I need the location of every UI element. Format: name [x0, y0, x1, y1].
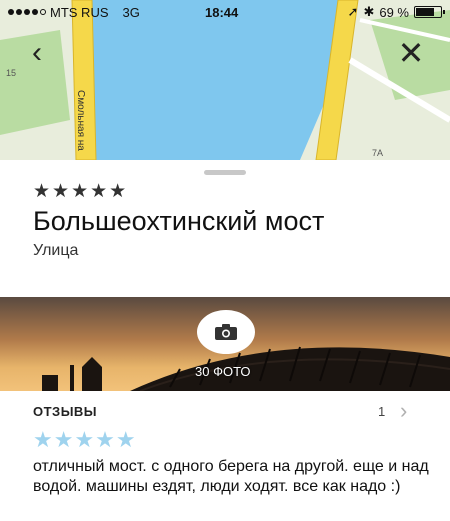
map-graphic: Смольная на 15 7А	[0, 0, 450, 160]
close-icon: ✕	[397, 35, 425, 71]
bluetooth-icon: ✱	[363, 4, 375, 19]
map-label-b: 7А	[372, 148, 383, 158]
chevron-left-icon: ‹	[32, 36, 42, 69]
place-type: Улица	[33, 242, 79, 259]
reviews-header[interactable]: ОТЗЫВЫ	[33, 404, 97, 419]
status-left: MTS RUS 3G	[8, 5, 140, 20]
chevron-right-icon[interactable]: ›	[400, 398, 407, 424]
drag-handle[interactable]	[204, 170, 246, 175]
place-rating-stars: ★★★★★	[33, 181, 129, 202]
network-type: 3G	[122, 4, 140, 20]
battery-icon	[414, 6, 445, 18]
review-rating-stars: ★★★★★	[33, 427, 137, 452]
location-arrow-icon: ➚	[347, 4, 359, 19]
carrier-name: MTS RUS	[50, 4, 109, 20]
photo-count-label: 30 ФОТО	[195, 364, 251, 379]
map-street-label: Смольная на	[75, 90, 86, 151]
back-button[interactable]: ‹	[20, 38, 54, 72]
close-button[interactable]: ✕	[394, 35, 428, 72]
status-time: 18:44	[205, 4, 239, 20]
battery-percent: 69 %	[379, 4, 409, 20]
signal-dots-icon	[8, 9, 46, 15]
review-text: отличный мост. с одного берега на другой…	[33, 458, 429, 495]
map-label-a: 15	[6, 68, 16, 78]
reviews-count: 1	[378, 404, 386, 419]
status-bar: MTS RUS 3G 18:44 ➚ ✱ 69 %	[0, 0, 450, 24]
map-view[interactable]: Смольная на 15 7А MTS RUS 3G 18:44 ➚ ✱ 6…	[0, 0, 450, 160]
status-right: ➚ ✱ 69 %	[347, 4, 445, 20]
photos-button[interactable]	[197, 310, 255, 354]
camera-icon	[215, 324, 237, 340]
battery-fill	[416, 8, 434, 16]
place-title: Большеохтинский мост	[33, 206, 325, 236]
